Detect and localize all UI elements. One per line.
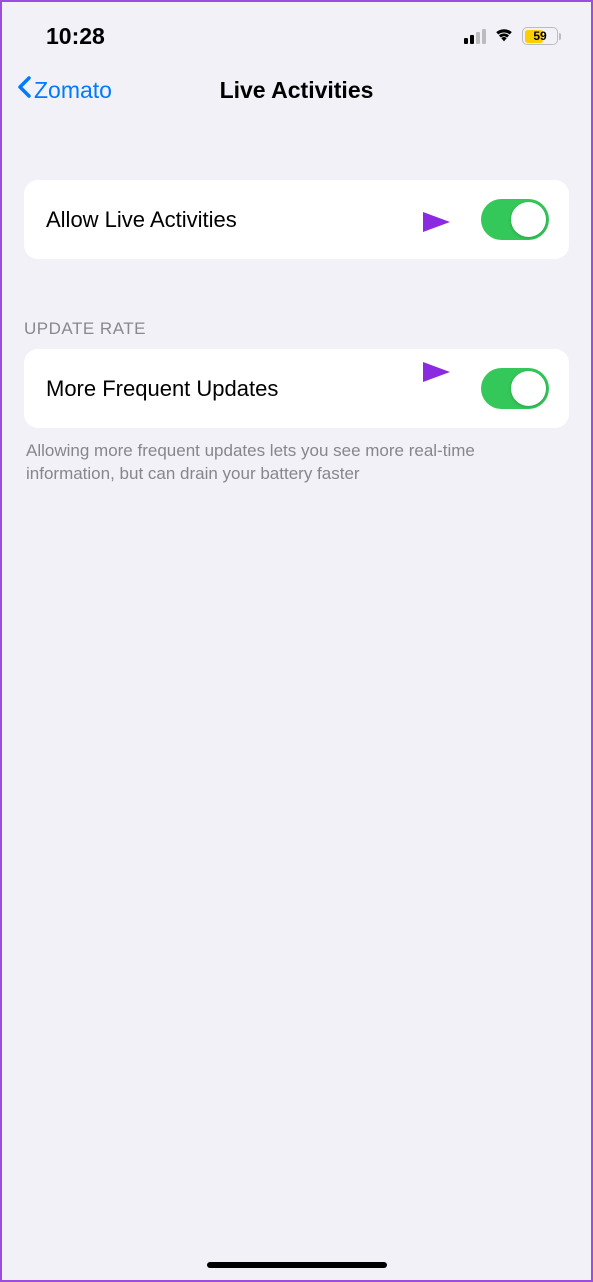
home-indicator[interactable] (207, 1262, 387, 1268)
page-title: Live Activities (220, 77, 374, 104)
back-button[interactable]: Zomato (16, 75, 112, 105)
back-label: Zomato (34, 77, 112, 104)
chevron-left-icon (16, 75, 32, 105)
frequent-updates-label: More Frequent Updates (46, 376, 278, 402)
wifi-icon (493, 25, 515, 48)
status-time: 10:28 (46, 23, 105, 50)
battery-level: 59 (533, 29, 546, 43)
settings-group-update-rate: More Frequent Updates (24, 349, 569, 428)
allow-label: Allow Live Activities (46, 207, 237, 233)
nav-header: Zomato Live Activities (2, 62, 591, 122)
more-frequent-updates-toggle[interactable] (481, 368, 549, 409)
status-bar: 10:28 59 (2, 2, 591, 62)
allow-live-activities-toggle[interactable] (481, 199, 549, 240)
update-rate-footer: Allowing more frequent updates lets you … (2, 428, 591, 486)
battery-icon: 59 (522, 27, 561, 45)
toggle-thumb (511, 202, 546, 237)
more-frequent-updates-row: More Frequent Updates (24, 349, 569, 428)
allow-live-activities-row: Allow Live Activities (24, 180, 569, 259)
toggle-thumb (511, 371, 546, 406)
status-icons: 59 (464, 25, 561, 48)
cellular-signal-icon (464, 28, 486, 44)
settings-group-allow: Allow Live Activities (24, 180, 569, 259)
update-rate-header: UPDATE RATE (2, 319, 591, 349)
